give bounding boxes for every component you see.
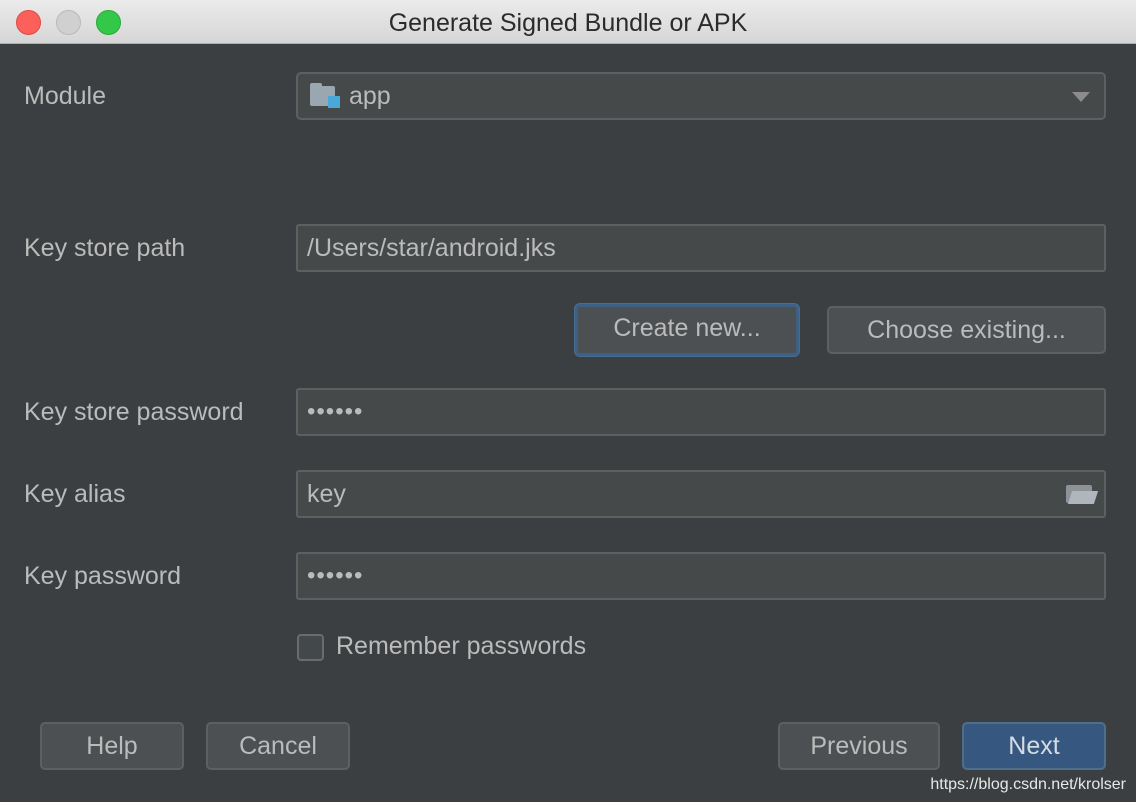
previous-button[interactable]: Previous — [778, 722, 940, 770]
module-select[interactable]: app — [296, 72, 1106, 120]
next-button[interactable]: Next — [962, 722, 1106, 770]
keystore-path-input[interactable]: /Users/star/android.jks — [296, 224, 1106, 272]
remember-passwords-label[interactable]: Remember passwords — [336, 632, 586, 661]
key-password-label: Key password — [24, 562, 182, 590]
help-button[interactable]: Help — [40, 722, 184, 770]
key-alias-label: Key alias — [24, 480, 126, 508]
remember-passwords-checkbox[interactable] — [297, 634, 324, 661]
key-password-input[interactable]: •••••• — [296, 552, 1106, 600]
choose-existing-button[interactable]: Choose existing... — [827, 306, 1106, 354]
key-alias-input[interactable]: key — [296, 470, 1106, 518]
cancel-button[interactable]: Cancel — [206, 722, 350, 770]
title-bar: Generate Signed Bundle or APK — [0, 0, 1136, 44]
chevron-down-icon[interactable] — [1072, 92, 1090, 102]
keystore-password-label: Key store password — [24, 398, 244, 426]
keystore-password-input[interactable]: •••••• — [296, 388, 1106, 436]
window-title: Generate Signed Bundle or APK — [388, 9, 748, 37]
key-alias-value: key — [307, 480, 346, 508]
keystore-path-label: Key store path — [24, 234, 186, 262]
module-select-value: app — [349, 82, 391, 110]
module-label: Module — [24, 82, 106, 110]
module-folder-icon — [310, 83, 340, 109]
folder-open-icon[interactable] — [1066, 483, 1099, 505]
watermark-text: https://blog.csdn.net/krolser — [930, 776, 1126, 794]
create-new-button[interactable]: Create new... — [575, 304, 799, 356]
